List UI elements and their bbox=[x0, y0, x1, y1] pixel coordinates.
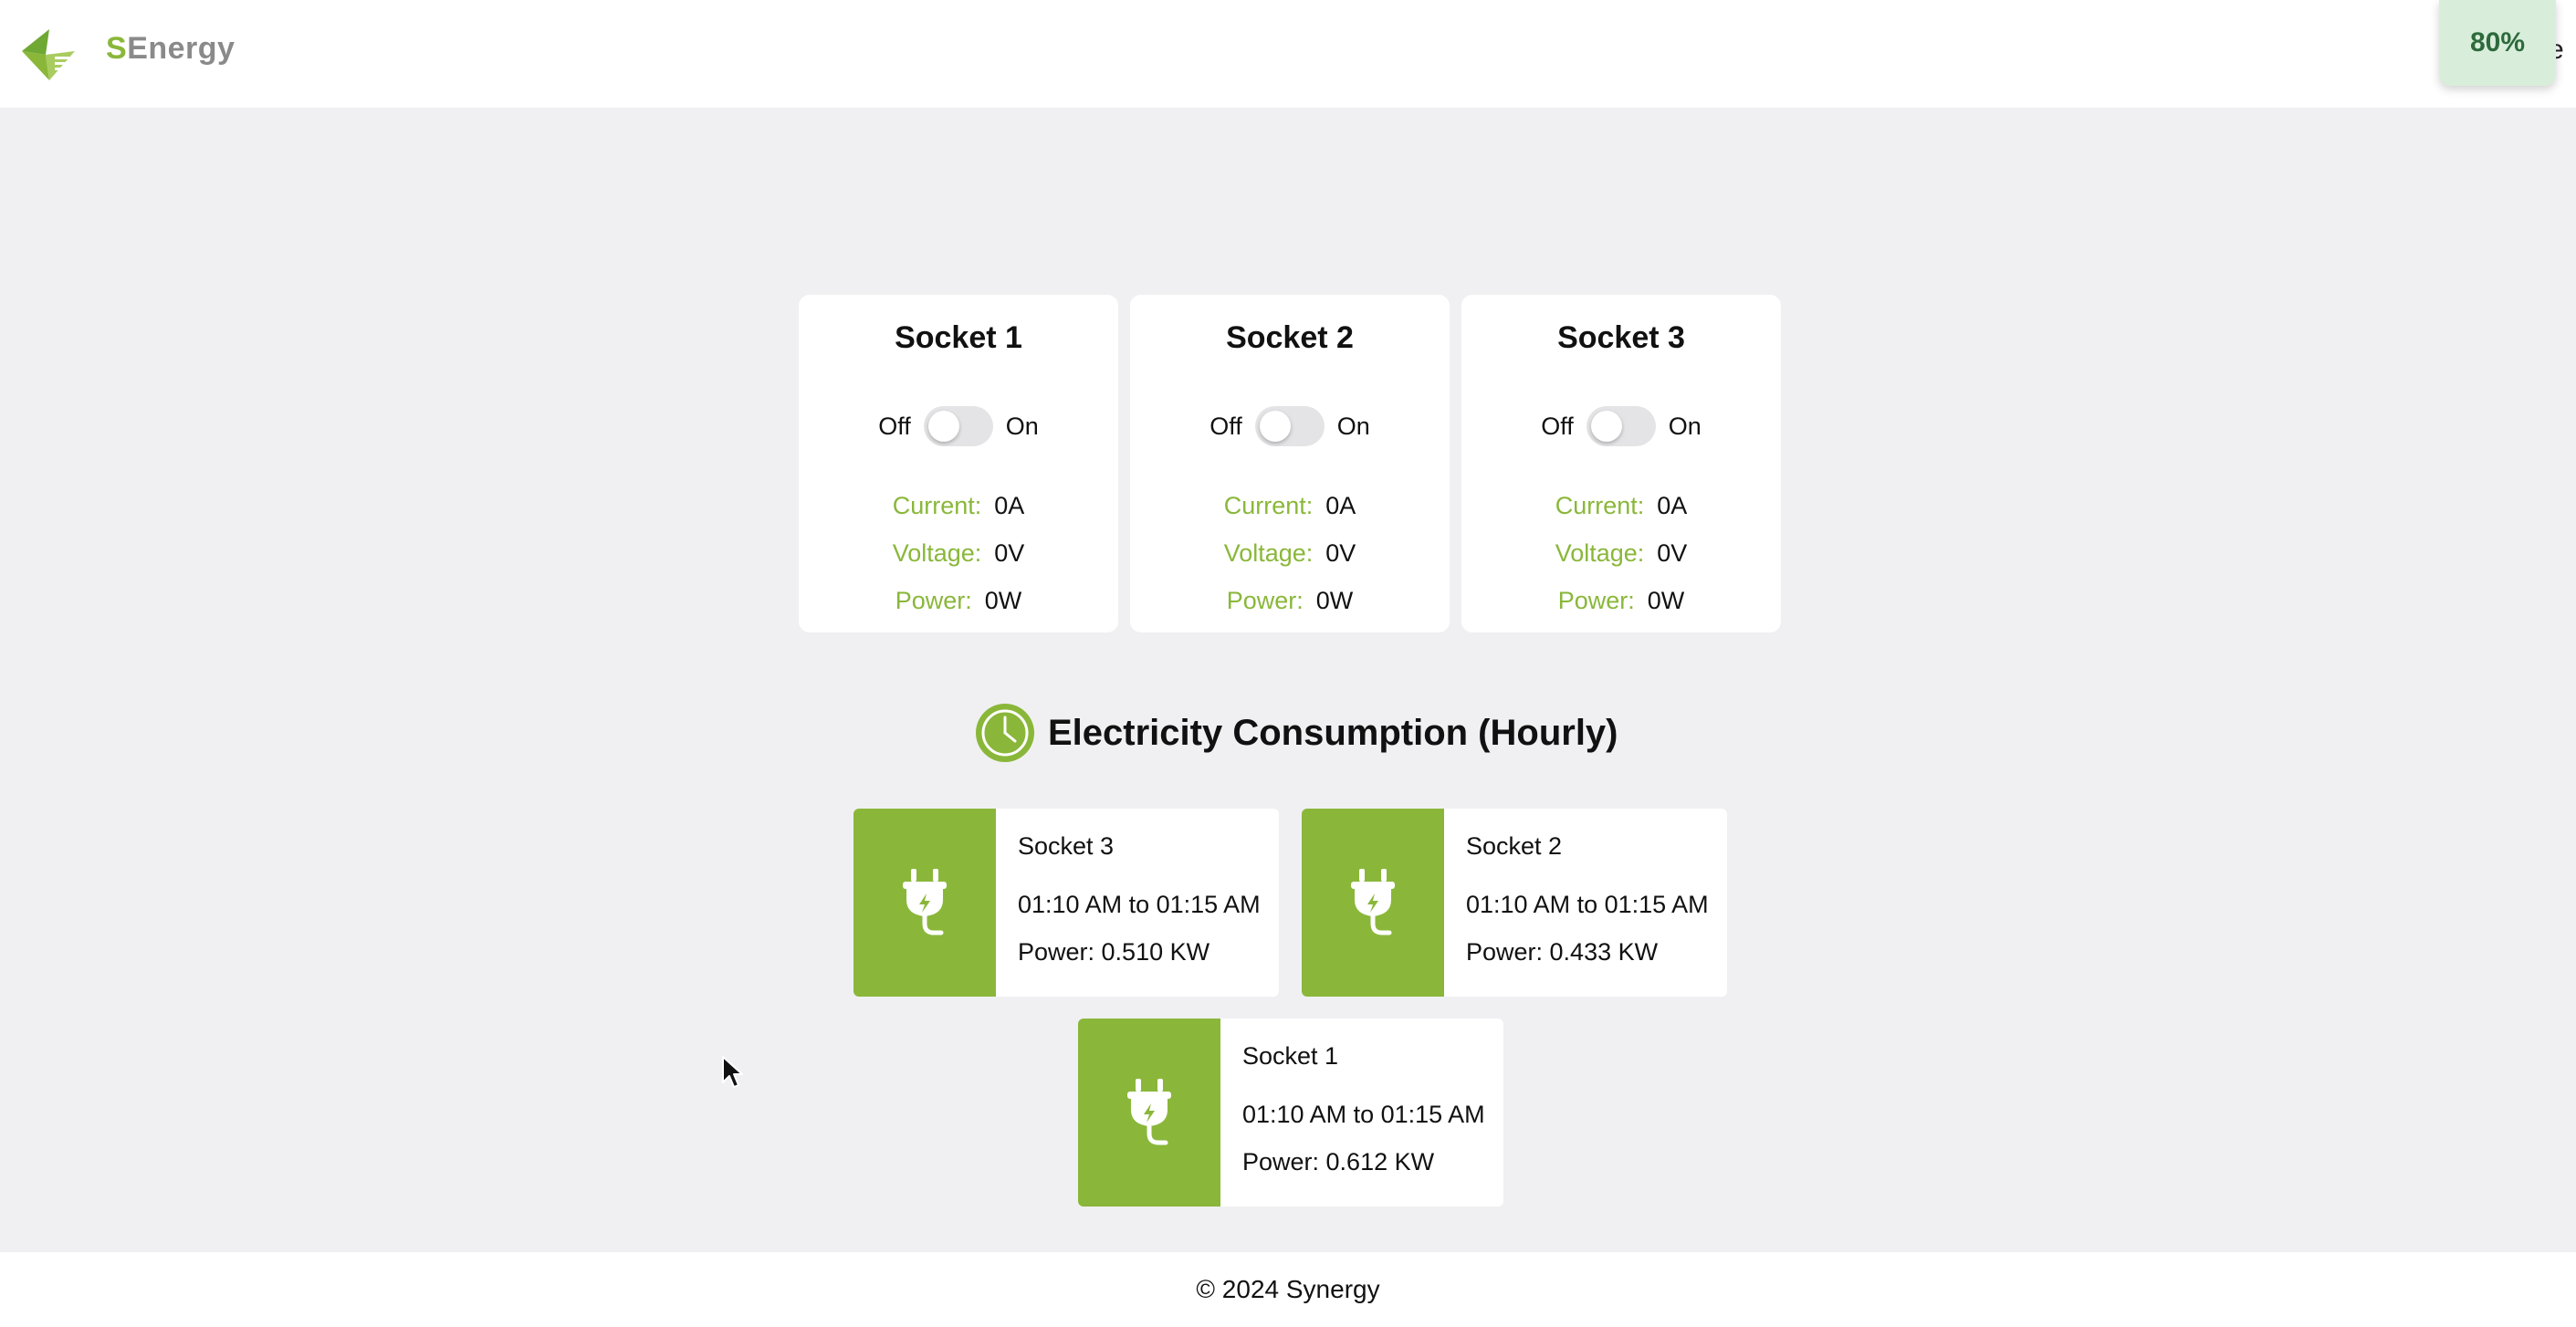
plug-icon-box bbox=[1302, 809, 1444, 997]
consumption-heading-text: Electricity Consumption (Hourly) bbox=[1048, 712, 1618, 753]
plug-icon bbox=[903, 869, 947, 935]
zoom-level-badge: 80% bbox=[2439, 0, 2556, 86]
power-metric: Power: 0W bbox=[1461, 577, 1781, 624]
socket-toggle-row: Off On bbox=[1130, 404, 1450, 448]
current-label: Current: bbox=[892, 491, 982, 519]
power-value: 0W bbox=[1647, 586, 1685, 614]
power-metric: Power: 0W bbox=[1130, 577, 1450, 624]
brand-name[interactable]: SEnergy bbox=[106, 31, 235, 67]
consumption-power: Power: 0.612 KW bbox=[1242, 1148, 1435, 1175]
toggle-off-label: Off bbox=[878, 412, 911, 440]
consumption-socket-name: Socket 1 bbox=[1242, 1042, 1339, 1070]
voltage-metric: Voltage: 0V bbox=[1130, 529, 1450, 577]
clock-icon bbox=[976, 704, 1034, 762]
senergy-logo-icon[interactable] bbox=[18, 24, 79, 84]
socket-power-toggle[interactable] bbox=[923, 406, 993, 446]
consumption-time-range: 01:10 AM to 01:15 AM bbox=[1018, 891, 1261, 918]
power-metric: Power: 0W bbox=[799, 577, 1118, 624]
socket-card-3: Socket 3 Off On Current: 0A Voltage: 0V Po… bbox=[1461, 295, 1781, 632]
toggle-on-label: On bbox=[1668, 412, 1702, 440]
mouse-cursor-icon bbox=[722, 1056, 743, 1088]
consumption-socket-name: Socket 3 bbox=[1018, 832, 1115, 860]
socket-card-1: Socket 1 Off On Current: 0A Voltage: 0V Po… bbox=[799, 295, 1118, 632]
plug-icon bbox=[1351, 869, 1395, 935]
voltage-metric: Voltage: 0V bbox=[1461, 529, 1781, 577]
power-value: 0W bbox=[1315, 586, 1354, 614]
consumption-card: Socket 2 01:10 AM to 01:15 AM Power: 0.4… bbox=[1302, 809, 1727, 997]
voltage-metric: Voltage: 0V bbox=[799, 529, 1118, 577]
voltage-label: Voltage: bbox=[892, 538, 982, 567]
current-label: Current: bbox=[1223, 491, 1314, 519]
current-value: 0A bbox=[994, 491, 1025, 519]
socket-power-toggle[interactable] bbox=[1254, 406, 1325, 446]
current-metric: Current: 0A bbox=[1461, 482, 1781, 529]
consumption-power: Power: 0.510 KW bbox=[1018, 938, 1210, 966]
current-label: Current: bbox=[1555, 491, 1645, 519]
brand-name-prefix: S bbox=[106, 31, 128, 66]
socket-toggle-row: Off On bbox=[1461, 404, 1781, 448]
plug-icon-box bbox=[853, 809, 996, 997]
consumption-socket-name: Socket 2 bbox=[1466, 832, 1563, 860]
socket-title: Socket 3 bbox=[1557, 320, 1685, 355]
current-value: 0A bbox=[1325, 491, 1356, 519]
brand-name-rest: Energy bbox=[127, 31, 236, 66]
consumption-time-range: 01:10 AM to 01:15 AM bbox=[1466, 891, 1709, 918]
voltage-value: 0V bbox=[1325, 538, 1356, 567]
plug-icon-box bbox=[1078, 1019, 1220, 1207]
consumption-card: Socket 3 01:10 AM to 01:15 AM Power: 0.5… bbox=[853, 809, 1279, 997]
power-label: Power: bbox=[1226, 586, 1304, 614]
socket-title: Socket 2 bbox=[1226, 320, 1354, 355]
top-navbar: SEnergy e 80% bbox=[0, 0, 2576, 108]
socket-power-toggle[interactable] bbox=[1586, 406, 1656, 446]
socket-title: Socket 1 bbox=[895, 320, 1022, 355]
toggle-on-label: On bbox=[1005, 412, 1039, 440]
toggle-knob bbox=[1259, 411, 1291, 442]
power-label: Power: bbox=[1557, 586, 1635, 614]
power-label: Power: bbox=[895, 586, 972, 614]
copyright-text: © 2024 Synergy bbox=[1196, 1275, 1380, 1303]
toggle-off-label: Off bbox=[1209, 412, 1242, 440]
toggle-on-label: On bbox=[1336, 412, 1370, 440]
voltage-value: 0V bbox=[1657, 538, 1688, 567]
power-value: 0W bbox=[984, 586, 1022, 614]
socket-toggle-row: Off On bbox=[799, 404, 1118, 448]
socket-card-2: Socket 2 Off On Current: 0A Voltage: 0V Po… bbox=[1130, 295, 1450, 632]
plug-icon bbox=[1127, 1079, 1171, 1145]
current-metric: Current: 0A bbox=[799, 482, 1118, 529]
consumption-card: Socket 1 01:10 AM to 01:15 AM Power: 0.6… bbox=[1078, 1019, 1503, 1207]
socket-metrics: Current: 0A Voltage: 0V Power: 0W bbox=[799, 482, 1118, 624]
voltage-label: Voltage: bbox=[1223, 538, 1314, 567]
current-value: 0A bbox=[1657, 491, 1688, 519]
page-footer: © 2024 Synergy bbox=[0, 1252, 2576, 1327]
consumption-time-range: 01:10 AM to 01:15 AM bbox=[1242, 1101, 1485, 1128]
socket-metrics: Current: 0A Voltage: 0V Power: 0W bbox=[1461, 482, 1781, 624]
toggle-knob bbox=[1590, 411, 1622, 442]
consumption-power: Power: 0.433 KW bbox=[1466, 938, 1659, 966]
toggle-knob bbox=[927, 411, 959, 442]
voltage-value: 0V bbox=[994, 538, 1025, 567]
consumption-heading: Electricity Consumption (Hourly) bbox=[975, 703, 1618, 763]
voltage-label: Voltage: bbox=[1555, 538, 1645, 567]
current-metric: Current: 0A bbox=[1130, 482, 1450, 529]
socket-metrics: Current: 0A Voltage: 0V Power: 0W bbox=[1130, 482, 1450, 624]
toggle-off-label: Off bbox=[1541, 412, 1574, 440]
